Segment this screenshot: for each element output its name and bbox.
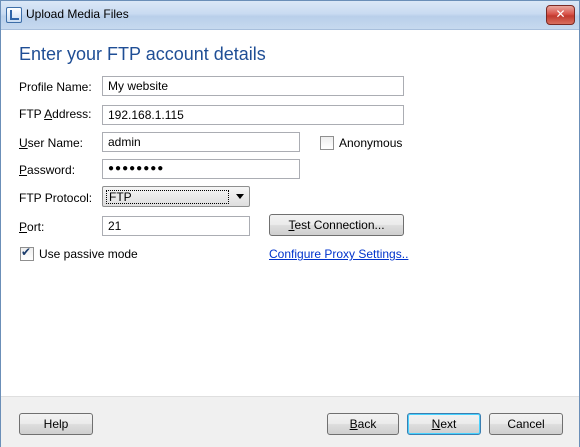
help-button[interactable]: Help — [19, 413, 93, 435]
back-label-suffix: ack — [357, 417, 377, 431]
ftp-protocol-selected: FTP — [106, 190, 229, 204]
user-name-label: User Name: — [19, 136, 83, 150]
ftp-address-label-accesskey: A — [44, 107, 53, 121]
next-button[interactable]: Next — [407, 413, 481, 435]
profile-name-label: Profile Name: — [19, 80, 92, 94]
passive-mode-checkbox[interactable] — [20, 245, 34, 261]
user-name-input[interactable]: admin — [102, 132, 300, 152]
profile-name-input[interactable]: My website — [102, 76, 404, 96]
port-label-accesskey: P — [19, 220, 28, 234]
ftp-address-label: FTP Address: — [19, 107, 92, 121]
chevron-down-icon — [236, 194, 244, 199]
password-input[interactable]: ●●●●●●●● — [102, 159, 300, 179]
anonymous-checkbox[interactable] — [320, 136, 334, 150]
ftp-protocol-label: FTP Protocol: — [19, 191, 93, 205]
password-label: Password: — [19, 163, 75, 177]
password-label-accesskey: P — [19, 163, 28, 177]
port-input[interactable]: 21 — [102, 216, 250, 236]
port-label-suffix: ort: — [27, 220, 45, 234]
ftp-address-input[interactable]: 192.168.1.115 — [102, 105, 404, 125]
window-title: Upload Media Files — [26, 7, 129, 21]
test-connection-label-suffix: est Connection... — [294, 218, 385, 232]
title-bar[interactable]: Upload Media Files ✕ — [1, 1, 579, 30]
password-label-suffix: assword: — [27, 163, 76, 177]
test-connection-button[interactable]: Test Connection... — [269, 214, 404, 236]
ftp-address-label-prefix: FTP — [19, 107, 45, 121]
port-label: Port: — [19, 220, 44, 234]
dialog-footer: Help Back Next Cancel — [1, 396, 579, 447]
user-name-label-accesskey: U — [19, 136, 28, 150]
ftp-address-label-suffix: ddress: — [52, 107, 92, 121]
close-icon: ✕ — [555, 7, 566, 21]
ftp-protocol-select[interactable]: FTP — [102, 186, 250, 207]
user-name-label-suffix: ser Name: — [27, 136, 84, 150]
upload-app-icon — [6, 7, 22, 23]
passive-mode-label: Use passive mode — [39, 247, 138, 261]
configure-proxy-link[interactable]: Configure Proxy Settings.. — [269, 247, 408, 261]
anonymous-label: Anonymous — [339, 136, 403, 150]
back-button[interactable]: Back — [327, 413, 399, 435]
upload-media-dialog: Upload Media Files ✕ Enter your FTP acco… — [0, 0, 580, 447]
next-label-suffix: ext — [440, 417, 457, 431]
back-label-accesskey: B — [349, 417, 358, 431]
page-heading: Enter your FTP account details — [19, 44, 266, 64]
cancel-button[interactable]: Cancel — [489, 413, 563, 435]
close-button[interactable]: ✕ — [546, 5, 575, 25]
